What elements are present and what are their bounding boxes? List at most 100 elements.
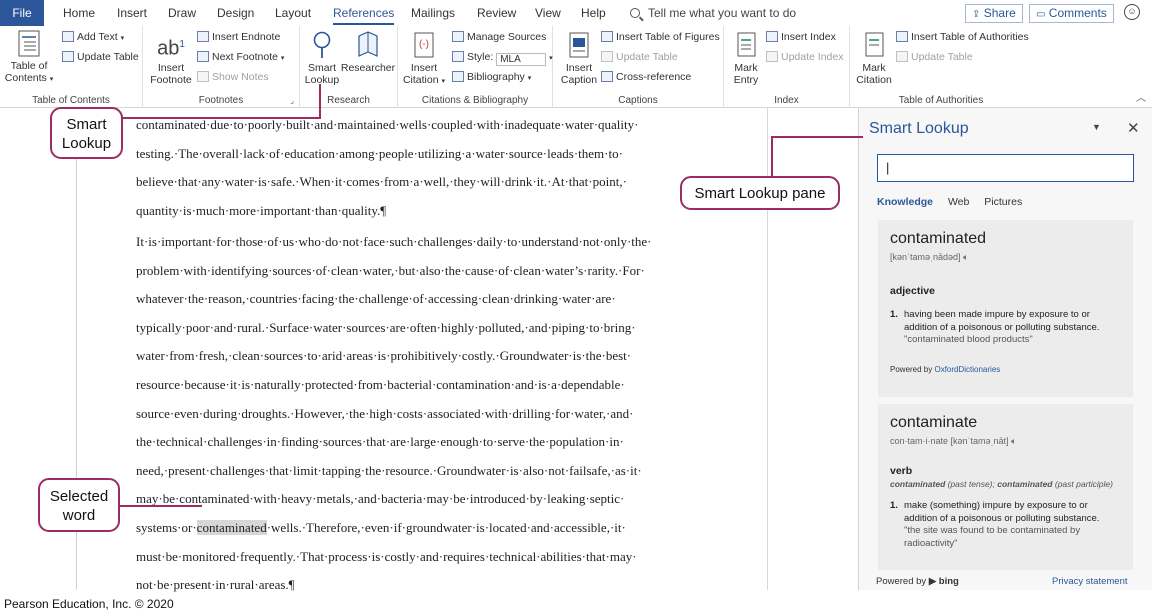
definition-body: having been made impure by exposure to o… [904, 309, 1121, 347]
update-index-icon [766, 51, 778, 62]
tab-draw[interactable]: Draw [168, 0, 196, 26]
researcher-button[interactable]: Researcher [340, 30, 396, 74]
manage-sources-icon [452, 31, 464, 42]
comments-label: Comments [1048, 6, 1107, 20]
insert-citation-button[interactable]: (-) Insert Citation ▾ [402, 30, 446, 88]
tab-pictures[interactable]: Pictures [984, 196, 1022, 208]
mark-citation-label-2: Citation [856, 74, 892, 86]
paragraph-2[interactable]: It·is·important·for·those·of·us·who·do·n… [136, 228, 706, 600]
selected-word[interactable]: contaminated [196, 519, 267, 535]
update-index-button[interactable]: Update Index [766, 50, 843, 64]
paragraph-1[interactable]: contaminated·due·to·poorly·built·and·mai… [136, 111, 706, 225]
smiley-icon[interactable]: ☺ [1124, 4, 1140, 20]
style-dropdown[interactable]: Style: MLA ▾ [452, 50, 553, 66]
insert-table-of-figures-button[interactable]: Insert Table of Figures [601, 30, 720, 44]
table-of-contents-button[interactable]: Table of Contents ▾ [4, 30, 54, 86]
next-footnote-button[interactable]: Next Footnote ▾ [197, 50, 284, 66]
card-pronunciation: [kənˈtaməˌnādəd] 🔈︎ [890, 252, 1121, 263]
group-label-authorities: Table of Authorities [898, 95, 984, 106]
footnote-label-2: Footnote [150, 74, 192, 86]
tab-layout[interactable]: Layout [275, 0, 311, 26]
pane-options-icon[interactable]: ▼ [1092, 122, 1101, 132]
text-line: believe·that·any·water·is·safe.·When·it·… [136, 174, 627, 190]
update-toa-button[interactable]: Update Table [896, 50, 973, 64]
collapse-ribbon-icon[interactable]: ︿ [1136, 89, 1146, 104]
insert-index-button[interactable]: Insert Index [766, 30, 836, 44]
text-line: source·even·during·droughts.·However,·th… [136, 405, 634, 421]
comments-button[interactable]: ▭ Comments [1029, 4, 1114, 23]
group-table-of-authorities: Mark Citation Insert Table of Authoritie… [850, 26, 1032, 108]
footnote-label-1: Insert [157, 62, 185, 74]
footnote-icon-text: ab [157, 37, 180, 60]
tab-knowledge[interactable]: Knowledge [877, 196, 933, 208]
cross-reference-label: Cross-reference [616, 71, 692, 83]
group-table-of-contents: Table of Contents ▾ Add Text ▾ Update Ta… [0, 26, 143, 108]
pane-tabs: Knowledge Web Pictures [877, 196, 1034, 208]
toc-label-2: Contents [4, 72, 47, 84]
show-notes-button[interactable]: Show Notes [197, 70, 269, 84]
tell-me-text: Tell me what you want to do [648, 6, 797, 20]
smart-lookup-button[interactable]: Smart Lookup [303, 30, 341, 86]
oxford-dictionaries-link[interactable]: OxfordDictionaries [934, 365, 1000, 374]
manage-sources-button[interactable]: Manage Sources [452, 30, 546, 44]
mark-citation-label-1: Mark [862, 62, 886, 74]
smart-lookup-search-input[interactable]: | [877, 154, 1134, 182]
insert-endnote-button[interactable]: Insert Endnote [197, 30, 280, 44]
group-label-captions: Captions [618, 95, 658, 106]
speaker-icon[interactable]: 🔈︎ [1011, 436, 1016, 446]
update-table-icon [601, 51, 613, 62]
table-of-contents-icon [18, 30, 40, 57]
tab-insert[interactable]: Insert [117, 0, 147, 26]
privacy-statement-link[interactable]: Privacy statement [1052, 576, 1128, 587]
smart-lookup-label-2: Lookup [304, 74, 340, 86]
citation-label-2: Citation [402, 74, 439, 86]
update-figures-table-button[interactable]: Update Table [601, 50, 678, 64]
callout-leader-line [121, 117, 321, 119]
callout-leader-line [771, 136, 773, 178]
smart-lookup-icon [313, 31, 331, 58]
callout-leader-line [118, 505, 202, 507]
chevron-down-icon: ▾ [280, 55, 285, 62]
definition-card[interactable]: contaminate con·tam·i·nate [kənˈtaməˌnāt… [878, 404, 1133, 570]
tab-file[interactable]: File [0, 0, 44, 26]
text-before-selection: systems·or· [136, 519, 197, 535]
insert-endnote-label: Insert Endnote [212, 31, 281, 43]
show-notes-label: Show Notes [212, 71, 269, 83]
tab-review[interactable]: Review [477, 0, 516, 26]
mark-citation-button[interactable]: Mark Citation [852, 30, 896, 86]
style-select[interactable]: MLA [496, 53, 547, 66]
tell-me-search[interactable]: Tell me what you want to do [630, 0, 796, 26]
update-table-button[interactable]: Update Table [62, 50, 139, 64]
tab-help[interactable]: Help [581, 0, 606, 26]
definition-text: make (something) impure by exposure to o… [904, 500, 1100, 524]
card-word: contaminated [890, 230, 987, 247]
callout-leader-line [319, 84, 321, 119]
dialog-launcher-icon[interactable]: ⌟ [290, 96, 294, 105]
insert-footnote-button[interactable]: ab1 Insert Footnote [147, 30, 195, 86]
mark-entry-button[interactable]: Mark Entry [728, 30, 764, 86]
text-line: not·be·present·in·rural·areas.¶ [136, 577, 295, 593]
definition-card[interactable]: contaminated [kənˈtaməˌnādəd] 🔈︎ adjecti… [878, 220, 1133, 397]
tab-view[interactable]: View [535, 0, 561, 26]
bibliography-button[interactable]: Bibliography ▾ [452, 70, 531, 86]
comments-icon: ▭ [1036, 9, 1046, 20]
insert-caption-button[interactable]: Insert Caption [557, 30, 601, 86]
mark-entry-icon [737, 32, 756, 57]
tab-web[interactable]: Web [948, 196, 969, 208]
share-button[interactable]: ⇪ Share [965, 4, 1023, 23]
close-icon[interactable]: ✕ [1127, 119, 1140, 137]
text-line: may·be·contaminated·with·heavy·metals,·a… [136, 491, 625, 507]
callout-smart-lookup-pane: Smart Lookup pane [680, 176, 840, 210]
tab-mailings[interactable]: Mailings [411, 0, 455, 26]
callout-text: Smart Lookup pane [694, 185, 826, 202]
powered-by-oxford: Powered by OxfordDictionaries [890, 365, 1121, 374]
show-notes-icon [197, 71, 209, 82]
speaker-icon[interactable]: 🔈︎ [963, 252, 968, 262]
tab-home[interactable]: Home [63, 0, 95, 26]
insert-table-of-authorities-button[interactable]: Insert Table of Authorities [896, 30, 1029, 44]
cross-reference-button[interactable]: Cross-reference [601, 70, 691, 84]
add-text-button[interactable]: Add Text ▾ [62, 30, 124, 46]
tab-references[interactable]: References [333, 0, 395, 26]
smart-lookup-pane: Smart Lookup ▼ ✕ | Knowledge Web Picture… [858, 108, 1152, 590]
tab-design[interactable]: Design [217, 0, 254, 26]
